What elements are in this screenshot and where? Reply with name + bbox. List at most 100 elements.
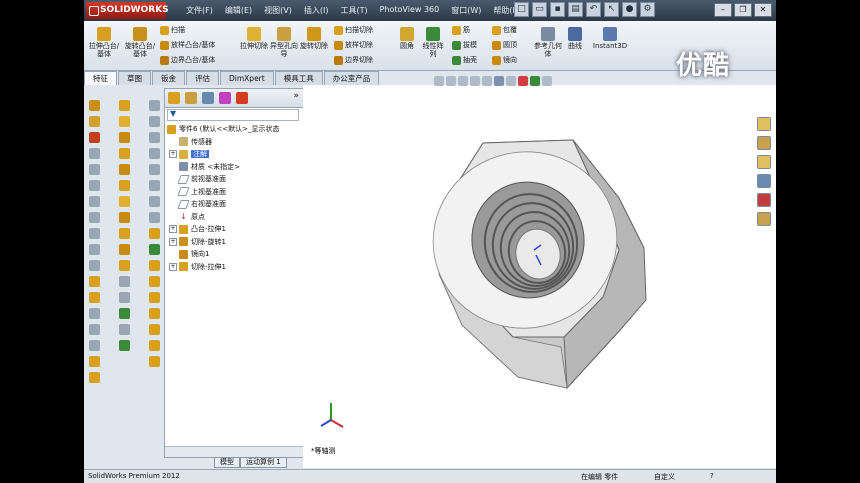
tab-sketch[interactable]: 草图 [118,71,151,85]
toolbar-icon[interactable] [89,340,100,351]
rebuild-icon[interactable]: ● [622,2,637,17]
tree-item-cut-revolve[interactable]: + 切除-旋转1 [167,236,280,249]
mirror-button[interactable]: 镜向 [492,55,517,65]
reference-geometry-button[interactable]: 参考几何体 [534,27,562,58]
tree-filter-input[interactable]: ▼ [167,109,299,121]
toolbar-icon[interactable] [119,212,130,223]
toolbar-icon[interactable] [149,148,160,159]
tab-model[interactable]: 模型 [214,457,240,468]
file-explorer-icon[interactable] [757,155,771,169]
select-icon[interactable]: ↖ [604,2,619,17]
menu-tools[interactable]: 工具(T) [334,3,373,18]
tree-item-right-plane[interactable]: 右视基准面 [167,198,280,211]
toolbar-icon[interactable] [149,116,160,127]
propertymanager-tab-icon[interactable] [185,92,197,104]
tab-office-products[interactable]: 办公室产品 [323,71,380,85]
featuremanager-tab-icon[interactable] [168,92,180,104]
toolbar-icon[interactable] [119,276,130,287]
tab-evaluate[interactable]: 评估 [186,71,219,85]
tree-item-origin[interactable]: ↓ 原点 [167,211,280,224]
design-library-icon[interactable] [757,136,771,150]
appearances-icon[interactable] [757,193,771,207]
tree-item-top-plane[interactable]: 上视基准面 [167,186,280,199]
close-icon[interactable]: ✕ [754,3,772,17]
tree-item-sensors[interactable]: 传感器 [167,136,280,149]
toolbar-icon[interactable] [89,292,100,303]
expand-toggle[interactable]: + [169,262,177,271]
toolbar-icon[interactable] [149,340,160,351]
linear-pattern-button[interactable]: 线性阵列 [420,27,446,58]
toolbar-icon[interactable] [119,340,130,351]
menu-window[interactable]: 窗口(W) [445,3,487,18]
menu-insert[interactable]: 插入(I) [298,3,335,18]
custom-properties-icon[interactable] [757,212,771,226]
graphics-area[interactable] [303,85,776,468]
toolbar-icon[interactable] [149,324,160,335]
toolbar-icon[interactable] [89,308,100,319]
edit-appearance-icon[interactable] [518,76,528,86]
tree-root-part[interactable]: 零件6 (默认<<默认>_显示状态 [167,123,280,136]
swept-cut-button[interactable]: 扫描切除 [334,25,373,35]
toolbar-icon[interactable] [119,292,130,303]
toolbar-icon[interactable] [119,116,130,127]
tab-motion-study[interactable]: 运动算例 1 [240,457,287,468]
toolbar-icon[interactable] [89,148,100,159]
extruded-boss-button[interactable]: 拉伸凸台/基体 [88,27,120,58]
hole-wizard-button[interactable]: 异型孔向导 [270,27,298,58]
toolbar-icon[interactable] [89,356,100,367]
toolbar-icon[interactable] [119,308,130,319]
expand-toggle[interactable]: + [169,237,177,246]
options-icon[interactable]: ⚙ [640,2,655,17]
expand-panel-icon[interactable]: » [293,91,299,101]
toolbar-icon[interactable] [119,260,130,271]
boundary-cut-button[interactable]: 边界切除 [334,55,373,65]
expand-toggle[interactable]: + [169,225,177,233]
display-tab-icon[interactable] [236,92,248,104]
toolbar-icon[interactable] [89,180,100,191]
dome-button[interactable]: 圆顶 [492,40,517,50]
undo-icon[interactable]: ↶ [586,2,601,17]
toolbar-icon[interactable] [89,228,100,239]
toolbar-icon[interactable] [119,180,130,191]
draft-button[interactable]: 拔模 [452,40,477,50]
tree-item-front-plane[interactable]: 前视基准面 [167,173,280,186]
revolved-boss-button[interactable]: 旋转凸台/基体 [124,27,156,58]
toolbar-icon[interactable] [89,260,100,271]
toolbar-icon[interactable] [149,292,160,303]
toolbar-icon[interactable] [149,228,160,239]
tab-sheet-metal[interactable]: 钣金 [152,71,185,85]
curves-button[interactable]: 曲线 [564,27,586,50]
toolbar-icon[interactable] [89,196,100,207]
display-style-icon[interactable] [494,76,504,86]
apply-scene-icon[interactable] [530,76,540,86]
new-file-icon[interactable]: □ [514,2,529,17]
open-file-icon[interactable]: ▭ [532,2,547,17]
tab-mold-tools[interactable]: 模具工具 [274,71,323,85]
toolbar-icon[interactable] [149,100,160,111]
toolbar-icon[interactable] [149,196,160,207]
restore-icon[interactable]: ❐ [734,3,752,17]
solidworks-resources-icon[interactable] [757,117,771,131]
view-settings-icon[interactable] [542,76,552,86]
toolbar-icon[interactable] [119,196,130,207]
toolbar-icon[interactable] [89,324,100,335]
horizontal-scrollbar[interactable] [165,446,303,457]
toolbar-icon[interactable] [149,212,160,223]
zoom-to-fit-icon[interactable] [434,76,444,86]
status-units[interactable]: 自定义 [654,472,675,482]
toolbar-icon[interactable] [89,276,100,287]
menu-view[interactable]: 视图(V) [258,3,298,18]
sweep-button[interactable]: 扫描 [160,25,185,35]
tab-dimxpert[interactable]: DimXpert [220,71,274,85]
tree-item-boss-extrude[interactable]: + 凸台-拉伸1 [167,223,280,236]
toolbar-icon[interactable] [119,100,130,111]
help-icon[interactable]: ? [710,472,714,480]
instant3d-button[interactable]: Instant3D [590,27,630,50]
zoom-area-icon[interactable] [446,76,456,86]
menu-edit[interactable]: 编辑(E) [219,3,258,18]
previous-view-icon[interactable] [458,76,468,86]
boundary-boss-button[interactable]: 边界凸台/基体 [160,55,215,65]
section-view-icon[interactable] [470,76,480,86]
solidworks-logo[interactable]: SOLIDWORKS [86,2,169,19]
toolbar-icon[interactable] [89,212,100,223]
